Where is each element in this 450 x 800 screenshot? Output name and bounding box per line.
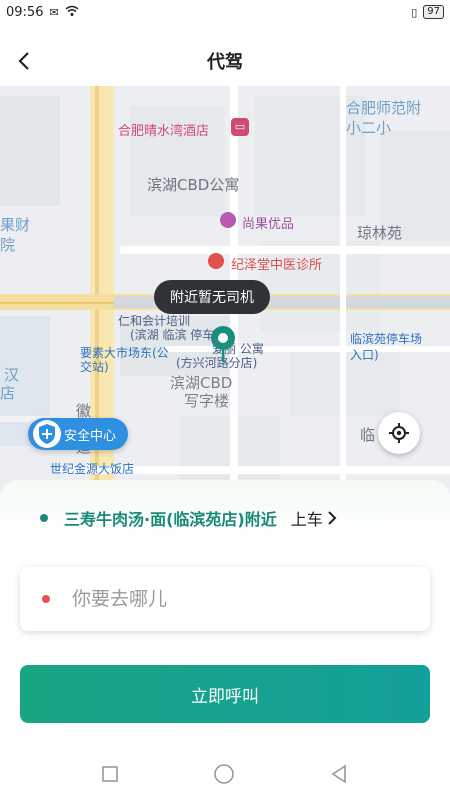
map-label-shop: 尚果优品 (242, 217, 295, 232)
shield-icon (32, 419, 62, 449)
pickup-row[interactable]: 三寿牛肉汤·面(临滨苑店)附近 上车 (40, 506, 337, 530)
safety-center-button[interactable]: 安全中心 (28, 418, 129, 450)
locate-button[interactable] (378, 412, 420, 454)
map-label-yuan: 院 (0, 236, 16, 254)
map-view[interactable]: 合肥晴水湾酒店 ▭ 合肥师范附小二小 滨湖CBD公寓 尚果优品 琼林苑 纪泽堂中… (0, 86, 450, 506)
vibrate-icon: ▯ (411, 5, 418, 19)
map-label-jinglin: 琼林苑 (357, 224, 403, 242)
location-pin-icon (207, 324, 239, 362)
shop-pin-icon (220, 212, 236, 228)
destination-field[interactable] (20, 567, 430, 631)
back-arrow-icon[interactable] (10, 47, 38, 75)
clinic-pin-icon (208, 253, 224, 269)
map-label-dian: 店 (0, 384, 16, 402)
safety-center-label: 安全中心 (64, 428, 117, 444)
hotel-pin-icon: ▭ (231, 118, 249, 136)
map-label-market: 要素大市场东(公交站) (80, 346, 169, 374)
map-label-caijing: 果财 (0, 216, 31, 234)
map-label-clinic: 纪泽堂中医诊所 (231, 258, 323, 273)
system-nav-bar (0, 752, 450, 800)
destination-dot-icon (42, 595, 50, 603)
pickup-action[interactable]: 上车 (291, 506, 337, 530)
map-label-lin: 临 (360, 426, 376, 444)
map-label-hotel: 合肥晴水湾酒店 (118, 124, 210, 139)
pickup-dot-icon (40, 514, 48, 522)
page-title: 代驾 (207, 52, 243, 73)
battery-indicator: 97 (423, 5, 444, 19)
map-label-linbin-entry: 入口) (350, 348, 379, 362)
destination-input[interactable] (70, 587, 394, 611)
pickup-location: 三寿牛肉汤·面(临滨苑店)附近 (64, 510, 277, 529)
map-label-hotel2: 世纪金源大饭店 (50, 462, 135, 476)
status-bar: 09:56 ✉ ▯ 97 (0, 0, 450, 24)
map-label-cbd-apartment: 滨湖CBD公寓 (147, 176, 240, 194)
recents-icon[interactable] (101, 765, 119, 787)
map-label-linbin-parking: 临滨苑停车场 (350, 332, 423, 346)
home-icon[interactable] (213, 763, 235, 789)
crosshair-icon (389, 423, 409, 443)
call-now-button[interactable]: 立即呼叫 (20, 665, 430, 723)
map-label-office: 写字楼 (184, 392, 230, 410)
message-icon: ✉ (49, 5, 59, 19)
title-bar: 代驾 (0, 36, 450, 86)
pickup-action-label: 上车 (290, 510, 323, 529)
wifi-icon (65, 5, 79, 19)
back-nav-icon[interactable] (329, 764, 349, 788)
status-time: 09:56 (6, 4, 44, 20)
no-driver-tooltip: 附近暂无司机 (154, 280, 270, 314)
chevron-right-icon (328, 511, 337, 525)
map-label-school: 合肥师范附小二小 (346, 99, 422, 137)
